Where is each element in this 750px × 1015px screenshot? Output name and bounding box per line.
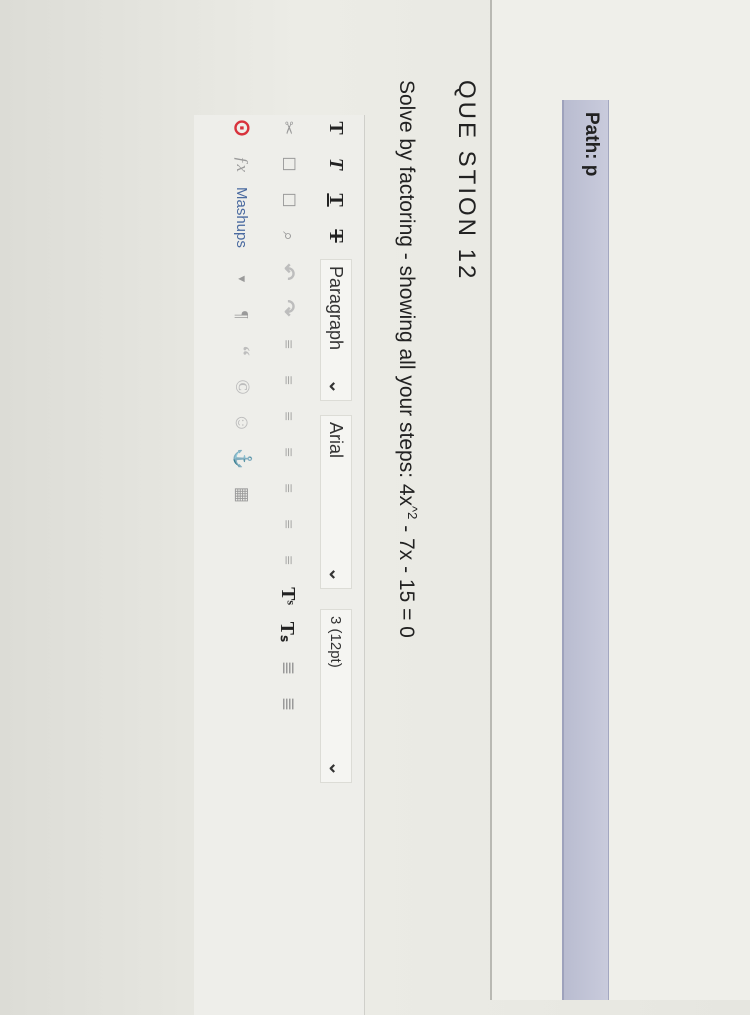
undo-icon[interactable]: ↶ (273, 259, 303, 285)
table-icon[interactable]: ▦ (227, 482, 257, 508)
numbered-list-icon[interactable]: ≣ (273, 691, 303, 717)
justify-icon[interactable]: ≡ (273, 439, 303, 465)
prompt-rest: - 7x - 15 = 0 (395, 519, 418, 638)
line-spacing-icon[interactable]: ≡ (273, 547, 303, 573)
font-select-value: Arial (326, 422, 347, 459)
path-label: Path: p (581, 112, 602, 177)
cut-icon[interactable]: ✂ (273, 115, 303, 141)
mashups-button[interactable]: Mashups (234, 187, 251, 248)
paragraph-mark-icon[interactable]: ¶ (227, 302, 257, 328)
chevron-down-icon: ⌄ (326, 566, 347, 582)
italic-button[interactable]: T (321, 151, 351, 177)
font-select[interactable]: Arial ⌄ (320, 415, 352, 589)
emoji-icon[interactable]: ☺ (227, 410, 257, 436)
paragraph-select[interactable]: Paragraph ⌄ (320, 259, 352, 401)
indent-icon[interactable]: ≡ (273, 475, 303, 501)
strikethrough-button[interactable]: T (321, 223, 351, 249)
align-left-icon[interactable]: ≡ (273, 331, 303, 357)
chevron-down-icon: ⌄ (326, 760, 347, 776)
bold-button[interactable]: T (321, 115, 351, 141)
search-icon[interactable]: ⌕ (273, 223, 303, 249)
toolbar-row-3: ⊙ ƒx Mashups ▾ ¶ “ © ☺ ⚓ ▦ (220, 115, 264, 518)
copyright-icon[interactable]: © (227, 374, 257, 400)
underline-button[interactable]: T (321, 187, 351, 213)
align-center-icon[interactable]: ≡ (273, 367, 303, 393)
subscript-icon[interactable]: Tₛ (273, 619, 303, 645)
quote-icon[interactable]: “ (227, 338, 257, 364)
bulleted-list-icon[interactable]: ≣ (273, 655, 303, 681)
rotated-content: Path: p QUE STION 12 Solve by factoring … (0, 0, 750, 1015)
font-size-select-value: 3 (12pt) (327, 616, 345, 668)
copy-icon[interactable]: ☐ (273, 151, 303, 177)
align-right-icon[interactable]: ≡ (273, 403, 303, 429)
prompt-exponent: ^2 (405, 506, 420, 520)
anchor-icon[interactable]: ⚓ (227, 446, 257, 472)
chevron-down-icon[interactable]: ▾ (227, 266, 257, 292)
paste-icon[interactable]: ☐ (273, 187, 303, 213)
superscript-icon[interactable]: Tˢ (273, 583, 303, 609)
editor-toolbar: T T T T Paragraph ⌄ Arial ⌄ 3 (12pt) ⌄ ✂… (194, 115, 365, 1015)
question-prompt: Solve by factoring - showing all your st… (394, 80, 420, 638)
toolbar-row-2: ✂ ☐ ☐ ⌕ ↶ ↷ ≡ ≡ ≡ ≡ ≡ ≡ ≡ Tˢ Tₛ ≣ ≣ (266, 115, 310, 727)
prompt-text: Solve by factoring - showing all your st… (395, 80, 418, 507)
chevron-down-icon: ⌄ (326, 378, 347, 394)
question-title: QUE STION 12 (453, 80, 480, 282)
outdent-icon[interactable]: ≡ (273, 511, 303, 537)
toolbar-row-1: T T T T Paragraph ⌄ Arial ⌄ 3 (12pt) ⌄ (314, 115, 358, 797)
function-icon[interactable]: ƒx (227, 151, 257, 177)
font-size-select[interactable]: 3 (12pt) ⌄ (320, 609, 352, 783)
record-icon[interactable]: ⊙ (227, 115, 257, 141)
redo-icon[interactable]: ↷ (273, 295, 303, 321)
paragraph-select-value: Paragraph (326, 266, 347, 351)
